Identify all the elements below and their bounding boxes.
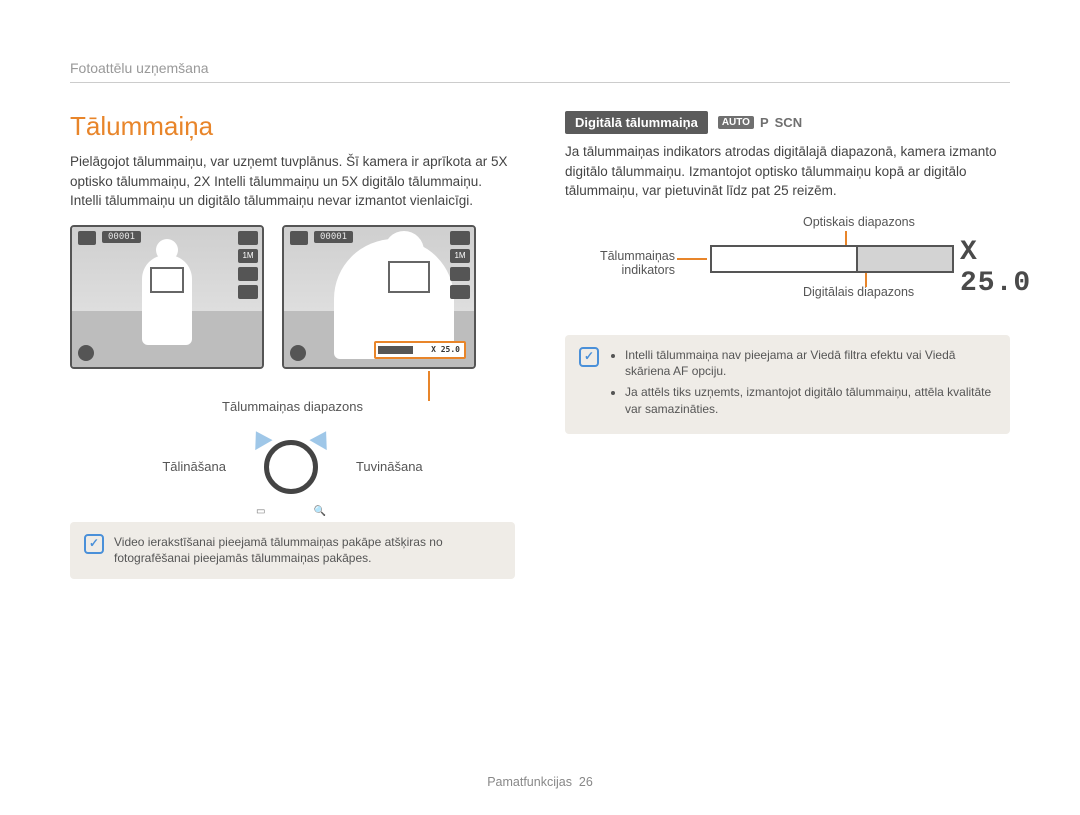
optical-range-label: Optiskais diapazons xyxy=(803,215,915,229)
zoom-ring-row: Tālināšana ▭ 🔍 Tuvināšana xyxy=(70,432,515,502)
zoom-value: X 25.0 xyxy=(960,237,1031,299)
wide-icon: ▭ xyxy=(256,506,265,517)
zoom-out-label: Tālināšana xyxy=(162,459,226,474)
camera-preview-row: 00001 1M 00001 xyxy=(70,225,515,369)
battery-icon xyxy=(450,231,470,245)
zoom-diagram: Optiskais diapazons Tālummaiņas indikato… xyxy=(565,215,1010,315)
stabilization-icon xyxy=(78,345,94,361)
intro-paragraph: Pielāgojot tālummaiņu, var uzņemt tuvplā… xyxy=(70,152,515,211)
right-body-text: Ja tālummaiņas indikators atrodas digitā… xyxy=(565,142,1010,201)
p-mode-icon: P xyxy=(760,115,769,130)
digital-segment xyxy=(858,247,952,271)
callout-leader xyxy=(865,271,867,287)
af-box-icon xyxy=(388,261,430,293)
mode-icons: AUTO P SCN xyxy=(718,115,802,130)
tele-icon: 🔍 xyxy=(313,506,325,517)
flash-icon xyxy=(238,267,258,281)
note-box-right: ✓ Intelli tālummaiņa nav pieejama ar Vie… xyxy=(565,335,1010,434)
zoom-bar-value: X 25.0 xyxy=(431,345,460,354)
camera-mode-icon xyxy=(78,231,96,245)
zoom-indicator-label: Tālummaiņas indikators xyxy=(565,249,675,277)
page-footer: Pamatfunkcijas 26 xyxy=(0,775,1080,789)
footer-section: Pamatfunkcijas xyxy=(487,775,572,789)
setting-icon xyxy=(450,285,470,299)
note-icon: ✓ xyxy=(579,347,599,367)
note-box-left: ✓ Video ierakstīšanai pieejamā tālummaiņ… xyxy=(70,522,515,580)
resolution-icon: 1M xyxy=(450,249,470,263)
setting-icon xyxy=(238,285,258,299)
note-item: Ja attēls tiks uzņemts, izmantojot digit… xyxy=(625,384,996,418)
right-column: Digitālā tālummaiņa AUTO P SCN Ja tālumm… xyxy=(565,111,1010,579)
auto-mode-icon: AUTO xyxy=(718,116,754,129)
footer-page-number: 26 xyxy=(579,775,593,789)
resolution-icon: 1M xyxy=(238,249,258,263)
camera-mode-icon xyxy=(290,231,308,245)
camera-preview-tele: 00001 1M X 25.0 xyxy=(282,225,476,369)
af-box-icon xyxy=(150,267,184,293)
zoom-in-label: Tuvināšana xyxy=(356,459,423,474)
breadcrumb: Fotoattēlu uzņemšana xyxy=(70,60,1010,83)
frame-counter: 00001 xyxy=(102,231,141,243)
zoom-range-caption: Tālummaiņas diapazons xyxy=(70,399,515,414)
note-item: Intelli tālummaiņa nav pieejama ar Viedā… xyxy=(625,347,996,381)
stabilization-icon xyxy=(290,345,306,361)
camera-preview-wide: 00001 1M xyxy=(70,225,264,369)
flash-icon xyxy=(450,267,470,281)
callout-leader xyxy=(428,371,430,401)
digital-range-label: Digitālais diapazons xyxy=(803,285,914,299)
note-icon: ✓ xyxy=(84,534,104,554)
frame-counter: 00001 xyxy=(314,231,353,243)
subheading-badge: Digitālā tālummaiņa xyxy=(565,111,708,134)
zoom-range-bar xyxy=(710,245,954,273)
page-title: Tālummaiņa xyxy=(70,111,515,142)
callout-leader xyxy=(677,258,707,260)
zoom-bar: X 25.0 xyxy=(374,341,466,359)
optical-segment xyxy=(712,247,858,271)
scn-mode-icon: SCN xyxy=(775,115,802,130)
left-column: Tālummaiņa Pielāgojot tālummaiņu, var uz… xyxy=(70,111,515,579)
zoom-ring-icon: ▭ 🔍 xyxy=(256,432,326,502)
note-text: Video ierakstīšanai pieejamā tālummaiņas… xyxy=(114,534,501,568)
battery-icon xyxy=(238,231,258,245)
